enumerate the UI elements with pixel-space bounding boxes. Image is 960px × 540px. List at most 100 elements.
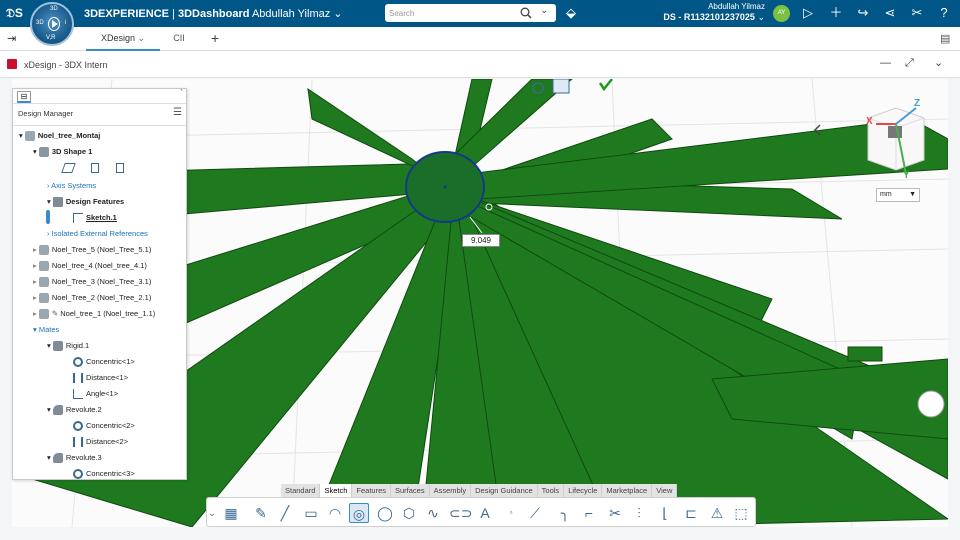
plane-icon[interactable]	[91, 163, 100, 174]
tab-features[interactable]: Features	[352, 484, 391, 497]
tree-item-isolated-refs[interactable]: › Isolated External References	[47, 227, 148, 241]
collapse-panel-icon[interactable]: ‹	[180, 89, 183, 93]
expand-arrow-icon[interactable]: ▸	[33, 277, 37, 286]
tree-item-axis-systems[interactable]: › Axis Systems	[47, 179, 96, 193]
ellipse-icon[interactable]: ◯	[375, 503, 395, 523]
dimension-value[interactable]: 9.049	[462, 234, 500, 247]
construction-icon[interactable]: ⟋	[525, 503, 545, 523]
chevron-down-icon[interactable]: ⌄	[138, 33, 146, 43]
offset-icon[interactable]: ⌊	[655, 503, 675, 523]
unit-select[interactable]: mm ▼	[876, 188, 920, 202]
collapse-arrow-icon[interactable]: ▾	[47, 453, 51, 462]
tree-item-3d-shape[interactable]: ▾ 3D Shape 1	[33, 145, 92, 159]
dropdown-arrow-icon[interactable]: ▼	[909, 189, 916, 201]
tree-item-noel-tree-1[interactable]: ▸ ✎ Noel_tree_1 (Noel_tree_1.1)	[33, 307, 155, 321]
expand-arrow-icon[interactable]: ›	[47, 181, 50, 190]
pen-icon[interactable]: ✎	[251, 503, 271, 523]
tab-lifecycle[interactable]: Lifecycle	[564, 484, 603, 497]
expand-arrow-icon[interactable]: ▸	[33, 261, 37, 270]
tab-surfaces[interactable]: Surfaces	[391, 484, 430, 497]
chevron-down-icon[interactable]: ⌄	[207, 503, 217, 523]
play-icon[interactable]	[48, 17, 60, 31]
sketch-mode-icon[interactable]	[552, 79, 570, 94]
trim-icon[interactable]: ✂	[605, 503, 625, 523]
chevron-down-icon[interactable]: ⌄	[934, 56, 943, 69]
user-info[interactable]: Abdullah Yilmaz DS - R1132101237025 ⌄	[663, 2, 765, 22]
tree-item-design-features[interactable]: ▾ Design Features	[47, 195, 124, 209]
tab-xdesign[interactable]: XDesign ⌄	[86, 27, 160, 51]
collapse-arrow-icon[interactable]: ▾	[47, 341, 51, 350]
warning-icon[interactable]: ⚠	[707, 503, 727, 523]
tree-item-sketch[interactable]: Sketch.1	[73, 211, 117, 225]
mirror-icon[interactable]: ⫶	[629, 503, 649, 523]
fillet-icon[interactable]: ╮	[555, 503, 575, 523]
search-box[interactable]: ⌄	[385, 4, 556, 22]
polygon-icon[interactable]: ⬡	[399, 503, 419, 523]
arc-icon[interactable]: ◠	[325, 503, 345, 523]
tab-sketch[interactable]: Sketch	[320, 484, 353, 497]
check-icon[interactable]	[598, 79, 613, 92]
tree-item-concentric-3[interactable]: Concentric<3>	[73, 467, 135, 479]
menu-icon[interactable]: ☰	[173, 107, 182, 118]
brand-title[interactable]: 3DEXPERIENCE | 3DDashboard Abdullah Yilm…	[84, 7, 343, 20]
tree-item-mates[interactable]: ▾ Mates	[33, 323, 59, 337]
tab-marketplace[interactable]: Marketplace	[602, 484, 653, 497]
plane-icon[interactable]	[61, 163, 76, 174]
collapse-arrow-icon[interactable]: ▾	[19, 131, 23, 140]
tree-item-noel-tree-4[interactable]: ▸ Noel_tree_4 (Noel_tree_4.1)	[33, 259, 147, 273]
tree-item-noel-tree-3[interactable]: ▸ Noel_Tree_3 (Noel_Tree_3.1)	[33, 275, 151, 289]
tree-item-noel-tree-5[interactable]: ▸ Noel_Tree_5 (Noel_Tree_5.1)	[33, 243, 151, 257]
add-tab-icon[interactable]: +	[211, 30, 219, 46]
ds-logo-icon[interactable]: 𝔇S	[6, 6, 23, 21]
expand-arrow-icon[interactable]: ▸	[33, 245, 37, 254]
text-icon[interactable]: A	[475, 503, 495, 523]
expand-arrow-icon[interactable]: ›	[47, 229, 50, 238]
slot-icon[interactable]: ⊂⊃	[449, 503, 472, 523]
tag-icon[interactable]: ⬙	[563, 5, 579, 21]
chevron-down-icon[interactable]: ⌄	[333, 8, 342, 20]
search-icon[interactable]	[520, 7, 532, 19]
chat-icon[interactable]: ▤	[940, 32, 950, 45]
tree-item-angle-1[interactable]: Angle<1>	[73, 387, 118, 401]
box-icon[interactable]: ⬚	[731, 503, 751, 523]
robot-icon[interactable]	[917, 390, 945, 418]
search-input[interactable]	[389, 7, 509, 19]
collapse-arrow-icon[interactable]: ▾	[47, 197, 51, 206]
point-icon[interactable]: ▫	[501, 503, 521, 523]
chamfer-icon[interactable]: ⌐	[579, 503, 599, 523]
plane-icon[interactable]	[116, 163, 125, 174]
tab-cii[interactable]: CII	[160, 27, 198, 51]
expand-panel-icon[interactable]: ⇥	[7, 32, 16, 45]
tree-item-root[interactable]: ▾ Noel_tree_Montaj	[19, 129, 100, 143]
share-icon[interactable]: ↪	[855, 5, 871, 21]
tree-item-distance-2[interactable]: Distance<2>	[73, 435, 128, 449]
tree-item-revolute-2[interactable]: ▾ Revolute.2	[47, 403, 102, 417]
tree-tab-icon[interactable]: ⊟	[17, 91, 31, 103]
help-icon[interactable]: ?	[936, 5, 952, 21]
network-icon[interactable]: ⋖	[882, 5, 898, 21]
expand-arrow-icon[interactable]: ▸	[33, 309, 37, 318]
minimize-icon[interactable]: —	[880, 57, 891, 69]
compass-icon[interactable]: 3D 3D i V,R	[30, 2, 74, 46]
grid-icon[interactable]: ▦	[221, 503, 241, 523]
search-dropdown-icon[interactable]: ⌄	[540, 5, 548, 16]
tab-assembly[interactable]: Assembly	[429, 484, 472, 497]
line-icon[interactable]: ╱	[275, 503, 295, 523]
spline-icon[interactable]: ∿	[423, 503, 443, 523]
circle-icon[interactable]: ◎	[349, 503, 369, 523]
tree-item-revolute-3[interactable]: ▾ Revolute.3	[47, 451, 102, 465]
tree-item-rigid[interactable]: ▾ Rigid.1	[47, 339, 89, 353]
tab-tools[interactable]: Tools	[537, 484, 565, 497]
collapse-arrow-icon[interactable]: ▾	[33, 147, 37, 156]
expand-arrow-icon[interactable]: ▸	[33, 293, 37, 302]
collapse-arrow-icon[interactable]: ▾	[47, 405, 51, 414]
view-cube[interactable]: Z X Y	[866, 98, 928, 184]
tree-item-concentric-2[interactable]: Concentric<2>	[73, 419, 135, 433]
tree-item-noel-tree-2[interactable]: ▸ Noel_Tree_2 (Noel_Tree_2.1)	[33, 291, 151, 305]
tab-standard[interactable]: Standard	[281, 484, 321, 497]
avatar[interactable]: AY	[773, 5, 790, 22]
collapse-arrow-icon[interactable]: ▾	[33, 325, 37, 334]
rectangle-icon[interactable]: ▭	[301, 503, 321, 523]
constraint-icon[interactable]: ⊏	[681, 503, 701, 523]
add-icon[interactable]: ＋	[828, 5, 844, 21]
